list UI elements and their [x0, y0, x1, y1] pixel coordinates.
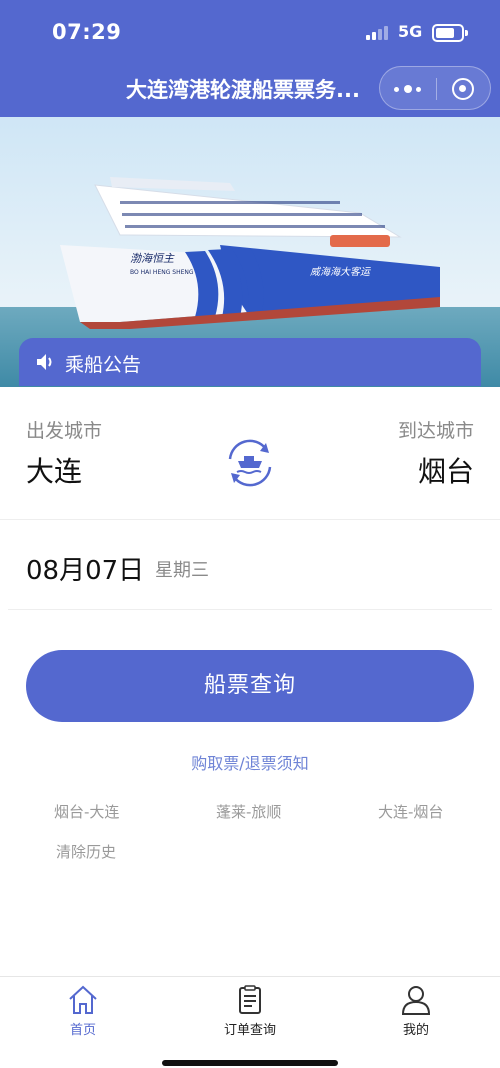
departure-date: 08月07日: [26, 556, 145, 586]
more-icon[interactable]: [394, 78, 422, 100]
departure-weekday: 星期三: [155, 560, 209, 581]
page-title: 大连湾港轮渡船票票务...: [126, 78, 360, 102]
home-icon: [69, 985, 97, 1014]
hull-text: 威海海大客运: [310, 266, 371, 278]
user-icon: [401, 986, 431, 1015]
history-route-item[interactable]: 蓬莱-旅顺: [216, 801, 281, 822]
ticket-search-button[interactable]: 船票查询: [26, 650, 474, 722]
ship-name-text: 渤海恒主: [130, 252, 175, 265]
ticket-refund-notice-link[interactable]: 购取票/退票须知: [0, 750, 500, 774]
tab-mine-label: 我的: [402, 1023, 429, 1038]
close-miniprogram-icon[interactable]: [452, 78, 474, 100]
boarding-notice-bar[interactable]: 乘船公告: [19, 338, 481, 386]
route-selector: 出发城市 大连 到达城市 烟台: [0, 400, 500, 520]
boarding-notice-label: 乘船公告: [65, 354, 142, 376]
tab-home[interactable]: 首页: [23, 983, 143, 1038]
arrival-city-label: 到达城市: [397, 420, 474, 442]
tab-orders-label: 订单查询: [223, 1023, 276, 1038]
status-time: 07:29: [52, 20, 122, 44]
history-route-item[interactable]: 大连-烟台: [378, 801, 443, 822]
battery-icon: [432, 24, 468, 42]
tab-orders[interactable]: 订单查询: [190, 983, 310, 1038]
speaker-icon: [37, 354, 52, 370]
order-icon: [239, 985, 261, 1014]
miniprogram-capsule: [379, 66, 491, 110]
network-type: 5G: [398, 22, 423, 41]
signal-icon: [366, 26, 392, 40]
history-route-item[interactable]: 烟台-大连: [54, 801, 119, 822]
departure-city[interactable]: 大连: [26, 450, 82, 490]
status-bar: 07:29 5G: [0, 0, 500, 66]
tab-home-label: 首页: [69, 1023, 96, 1038]
departure-city-label: 出发城市: [26, 420, 103, 442]
clear-history-button[interactable]: 清除历史: [56, 841, 116, 862]
tab-mine[interactable]: 我的: [356, 983, 476, 1038]
swap-cities-icon[interactable]: [222, 435, 278, 491]
arrival-city[interactable]: 烟台: [418, 450, 474, 490]
home-indicator: [162, 1060, 338, 1066]
ship-pinyin-text: BO HAI HENG SHENG: [130, 269, 194, 276]
departure-date-selector[interactable]: 08月07日 星期三: [8, 520, 492, 610]
bottom-tab-bar: 首页 订单查询 我的: [0, 976, 500, 1068]
app-header: 07:29 5G 大连湾港轮渡船票票务...: [0, 0, 500, 117]
